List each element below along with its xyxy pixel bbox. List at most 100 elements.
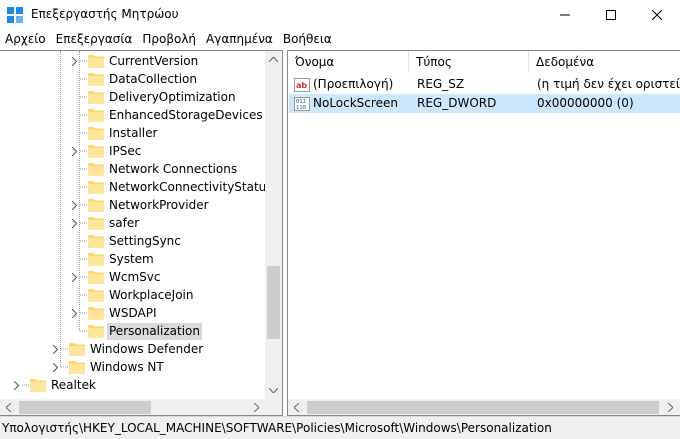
- tree-horizontal-scroll-thumb[interactable]: [19, 401, 151, 414]
- value-row[interactable]: 011 110 NoLockScreen REG_DWORD 0x00000000 (0…: [289, 94, 680, 113]
- tree-item[interactable]: DataCollection: [68, 70, 199, 88]
- tree-item-label: NetworkConnectivityStatusInd: [109, 179, 283, 194]
- scroll-right-icon[interactable]: [248, 399, 265, 415]
- key-tree[interactable]: CurrentVersion DataCollection DeliveryOpti…: [0, 50, 283, 416]
- scroll-down-icon[interactable]: [265, 382, 282, 399]
- chevron-right-icon[interactable]: [10, 376, 22, 394]
- folder-icon: [88, 232, 104, 250]
- chevron-right-icon[interactable]: [68, 52, 80, 70]
- menu-file[interactable]: Αρχείο: [0, 30, 51, 50]
- tree-item[interactable]: WcmSvc: [68, 268, 162, 286]
- tree-guide-dots: [80, 88, 88, 106]
- tree-item[interactable]: IPSec: [68, 142, 143, 160]
- tree-guide-dots: [80, 142, 88, 160]
- folder-icon: [88, 268, 104, 286]
- menu-view[interactable]: Προβολή: [137, 30, 201, 50]
- column-header-type[interactable]: Τύπος: [409, 51, 529, 73]
- list-horizontal-scrollbar[interactable]: [288, 399, 680, 415]
- chevron-right-icon[interactable]: [49, 358, 61, 376]
- tree-guide-dots: [80, 322, 88, 340]
- tree-item-label: System: [109, 251, 154, 266]
- svg-text:110: 110: [296, 105, 306, 111]
- column-header-name[interactable]: Όνομα: [288, 51, 409, 73]
- tree-item[interactable]: Personalization: [68, 322, 202, 340]
- folder-icon: [88, 250, 104, 268]
- window-title: Επεξεργαστής Μητρώου: [31, 7, 179, 21]
- tree-item[interactable]: Installer: [68, 124, 159, 142]
- value-name-cell: ab (Προεπιλογή): [289, 75, 410, 94]
- tree-item[interactable]: WSDAPI: [68, 304, 159, 322]
- tree-vertical-scroll-thumb[interactable]: [267, 266, 280, 339]
- string-value-icon: ab: [294, 77, 310, 93]
- folder-icon: [88, 214, 104, 232]
- minimize-button[interactable]: [542, 0, 588, 30]
- tree-vertical-scrollbar[interactable]: [265, 51, 282, 399]
- folder-icon: [88, 88, 104, 106]
- tree-item[interactable]: EnhancedStorageDevices: [68, 106, 265, 124]
- value-type: REG_DWORD: [417, 96, 497, 110]
- tree-guide-dots: [80, 106, 88, 124]
- tree-item-label: safer: [109, 215, 140, 230]
- menu-favorites[interactable]: Αγαπημένα: [201, 30, 278, 50]
- value-row[interactable]: ab (Προεπιλογή) REG_SZ (η τιμή δεν έχει ορι…: [289, 75, 680, 94]
- values-list[interactable]: Όνομα Τύπος Δεδομένα ab (Προεπιλογή) REG_S…: [287, 50, 680, 416]
- scroll-left-icon[interactable]: [0, 399, 17, 415]
- scroll-up-icon[interactable]: [265, 51, 282, 68]
- tree-item[interactable]: safer: [68, 214, 141, 232]
- list-horizontal-scroll-thumb[interactable]: [307, 401, 659, 414]
- chevron-right-icon[interactable]: [68, 142, 80, 160]
- scroll-corner: [265, 399, 282, 415]
- chevron-right-icon[interactable]: [68, 196, 80, 214]
- scroll-right-icon[interactable]: [662, 399, 679, 415]
- chevron-right-icon[interactable]: [68, 214, 80, 232]
- value-type: REG_SZ: [417, 77, 465, 91]
- tree-item[interactable]: Realtek: [10, 376, 98, 394]
- tree-item[interactable]: NetworkProvider: [68, 196, 211, 214]
- minimize-icon: [560, 14, 570, 16]
- menu-edit[interactable]: Επεξεργασία: [51, 30, 138, 50]
- scroll-left-icon[interactable]: [288, 399, 305, 415]
- tree-item-label: WorkplaceJoin: [109, 287, 194, 302]
- tree-item[interactable]: DeliveryOptimization: [68, 88, 238, 106]
- tree-item[interactable]: Windows NT: [49, 358, 166, 376]
- tree-item-label: Windows Defender: [90, 341, 204, 356]
- chevron-right-icon[interactable]: [68, 304, 80, 322]
- tree-item-label: Realtek: [51, 377, 96, 392]
- tree-horizontal-scrollbar[interactable]: [0, 399, 265, 415]
- chevron-right-icon[interactable]: [49, 340, 61, 358]
- tree-item[interactable]: SettingSync: [68, 232, 183, 250]
- folder-icon: [88, 286, 104, 304]
- tree-item[interactable]: Network Connections: [68, 160, 239, 178]
- tree-item[interactable]: System: [68, 250, 156, 268]
- tree-item-label: DataCollection: [109, 71, 198, 86]
- folder-icon: [69, 340, 85, 358]
- folder-icon: [88, 106, 104, 124]
- list-header: Όνομα Τύπος Δεδομένα: [288, 51, 680, 73]
- tree-item[interactable]: NetworkConnectivityStatusInd: [68, 178, 283, 196]
- folder-icon: [88, 52, 104, 70]
- chevron-right-icon[interactable]: [68, 268, 80, 286]
- regedit-icon: [7, 7, 23, 23]
- close-button[interactable]: [634, 0, 680, 30]
- tree-item[interactable]: Windows Defender: [49, 340, 205, 358]
- menu-help[interactable]: Βοήθεια: [278, 30, 337, 50]
- tree-guide-dots: [61, 340, 69, 358]
- tree-item-label: NetworkProvider: [109, 197, 209, 212]
- folder-icon: [88, 196, 104, 214]
- value-data: (η τιμή δεν έχει οριστεί): [537, 77, 680, 91]
- value-name: (Προεπιλογή): [313, 77, 394, 91]
- tree-guide-dots: [80, 124, 88, 142]
- column-header-data[interactable]: Δεδομένα: [529, 51, 680, 73]
- tree-item[interactable]: CurrentVersion: [68, 52, 200, 70]
- maximize-button[interactable]: [588, 0, 634, 30]
- tree-guide-dots: [80, 268, 88, 286]
- tree-item-label: Network Connections: [109, 161, 238, 176]
- tree-item[interactable]: WorkplaceJoin: [68, 286, 196, 304]
- folder-icon: [88, 142, 104, 160]
